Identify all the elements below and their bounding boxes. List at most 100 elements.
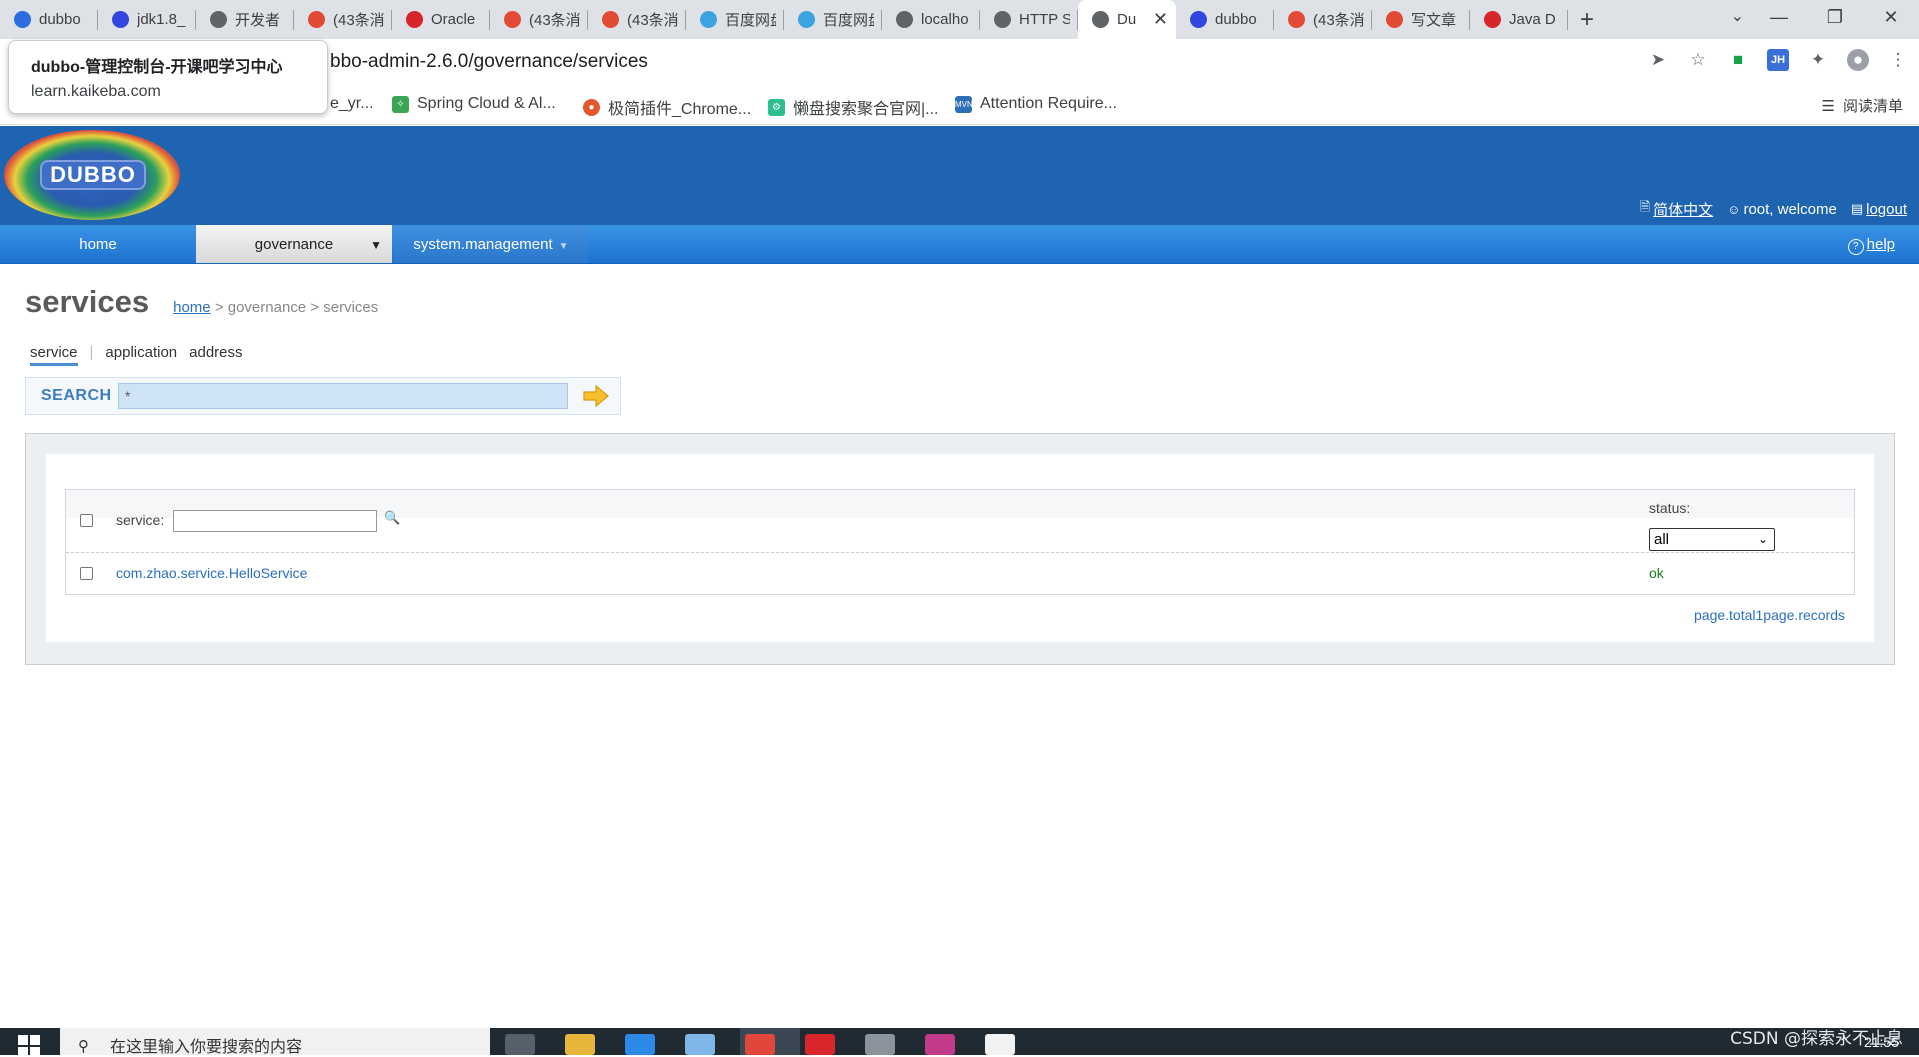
taskbar-apps [505, 1034, 1015, 1055]
bookmark-item[interactable]: ● 极简插件_Chrome... [583, 95, 751, 119]
browser-tab-title: (43条消 [1313, 12, 1364, 29]
send-icon[interactable]: ➤ [1647, 49, 1669, 71]
globe-icon [1092, 11, 1109, 28]
window-controls: — ❐ ✕ [1751, 0, 1919, 34]
help-link[interactable]: help [1867, 236, 1895, 253]
browser-tab-bar: dubbo jdk1.8_ 开发者 (43条消 Oracle (43条消 (43条消 百度网盘… [0, 0, 1919, 39]
browser-tab[interactable]: dubbo [0, 0, 98, 39]
search-icon: ⚲ [78, 1038, 89, 1055]
new-tab-icon[interactable]: + [1568, 0, 1606, 39]
bookmark-item[interactable]: ✧ Spring Cloud & Al... [392, 95, 556, 113]
restore-icon[interactable]: ❐ [1807, 0, 1863, 34]
globe-icon [994, 11, 1011, 28]
service-filter-input[interactable] [173, 510, 377, 532]
search-go-arrow-icon[interactable] [582, 385, 610, 407]
browser-tab[interactable]: jdk1.8_ [98, 0, 196, 39]
store-icon[interactable] [685, 1034, 715, 1055]
page-heading: services home > governance > services [25, 284, 378, 320]
help-link-wrap: ? help [1847, 225, 1895, 265]
dubbo-logo: DUBBO [4, 130, 180, 220]
browser-tab[interactable]: 百度网盘 [686, 0, 784, 39]
breadcrumb-trail: > governance > services [210, 299, 379, 316]
browser-tab[interactable]: (43条消 [588, 0, 686, 39]
row-checkbox[interactable] [80, 567, 93, 580]
browser-tab-title: dubbo [1215, 11, 1257, 28]
services-panel: service: 🔍 status: all ⌄ com.zhao.servic… [25, 433, 1895, 665]
intellij-icon[interactable] [925, 1034, 955, 1055]
wps-icon[interactable] [805, 1034, 835, 1055]
service-link[interactable]: com.zhao.service.HelloService [116, 565, 307, 581]
browser-tab[interactable]: dubbo [1176, 0, 1274, 39]
search-bar: SEARCH [25, 377, 621, 415]
csdn-icon [504, 11, 521, 28]
file-explorer-icon[interactable] [565, 1034, 595, 1055]
browser-tab-title: 百度网盘 [823, 12, 874, 29]
chrome-icon[interactable] [745, 1034, 775, 1055]
puzzle-icon[interactable]: ✦ [1807, 49, 1829, 71]
tooltip-domain: learn.kaikeba.com [31, 83, 161, 100]
browser-tab-title: 百度网盘 [725, 12, 776, 29]
star-icon[interactable]: ☆ [1687, 49, 1709, 71]
nav-home[interactable]: home [0, 225, 196, 263]
logout-link[interactable]: logout [1866, 201, 1907, 218]
status-select[interactable]: all ⌄ [1649, 528, 1775, 551]
windows-start-icon[interactable] [18, 1035, 40, 1057]
language-link[interactable]: 简体中文 [1653, 199, 1713, 220]
browser-tab-title: (43条消 [333, 12, 384, 29]
close-window-icon[interactable]: ✕ [1863, 0, 1919, 34]
browser-tab[interactable]: Du ✕ [1078, 0, 1176, 39]
tab-address[interactable]: address [189, 344, 242, 366]
url-text[interactable]: bbo-admin-2.6.0/governance/services [330, 51, 648, 73]
browser-tab[interactable]: 开发者 [196, 0, 294, 39]
browser-tab-title: (43条消 [529, 12, 580, 29]
browser-tab[interactable]: Oracle [392, 0, 490, 39]
tab-search-chevron-icon[interactable]: ⌄ [1731, 6, 1744, 26]
bookmark-item[interactable]: ⚙ 懒盘搜索聚合官网|... [768, 95, 939, 119]
browser-tab-title: 开发者 [235, 12, 281, 29]
browser-tab[interactable]: Java D [1470, 0, 1568, 39]
taskbar-search[interactable]: ⚲ 在这里输入你要搜索的内容 [60, 1028, 490, 1055]
search-icon[interactable]: 🔍 [384, 510, 400, 526]
menu-dots-icon[interactable]: ⋮ [1887, 49, 1909, 71]
browser-tab[interactable]: 写文章 [1372, 0, 1470, 39]
task-view-icon[interactable] [505, 1034, 535, 1055]
logo-text: DUBBO [40, 160, 146, 190]
browser-tab-title: 写文章 [1411, 12, 1457, 29]
baidu-pan-icon [700, 11, 717, 28]
close-tab-icon[interactable]: ✕ [1153, 9, 1168, 30]
bookmark-item[interactable]: e_yr... [330, 95, 374, 113]
kaikeba-icon [14, 11, 31, 28]
tab-service[interactable]: service [30, 344, 78, 366]
document-icon: 🗎 [1639, 199, 1651, 214]
browser-tab[interactable]: localho [882, 0, 980, 39]
status-select-value: all [1654, 531, 1670, 548]
baidu-icon [1190, 11, 1207, 28]
help-icon: ? [1847, 239, 1864, 255]
caret-down-icon: ▼ [370, 238, 382, 252]
extension-green-icon[interactable]: ■ [1727, 49, 1749, 71]
browser-tab[interactable]: (43条消 [1274, 0, 1372, 39]
browser-tab[interactable]: 百度网盘 [784, 0, 882, 39]
jh-extension-icon[interactable]: JH [1767, 49, 1789, 71]
breadcrumb-home[interactable]: home [173, 299, 211, 316]
search-input[interactable] [118, 383, 568, 409]
search-label: SEARCH [41, 387, 112, 404]
tab-application[interactable]: application [105, 344, 177, 366]
browser-tab-title: (43条消 [627, 12, 678, 29]
windows-taskbar: ⚲ 在这里输入你要搜索的内容 ⌃ 21:55 [0, 1028, 1919, 1057]
browser-tab[interactable]: HTTP S [980, 0, 1078, 39]
table-row: com.zhao.service.HelloService ok [66, 553, 1854, 594]
select-all-checkbox[interactable] [80, 514, 93, 527]
profile-avatar-icon[interactable]: ● [1847, 49, 1869, 71]
browser-tab[interactable]: (43条消 [490, 0, 588, 39]
minimize-icon[interactable]: — [1751, 0, 1807, 34]
tab-divider: | [89, 344, 94, 361]
settings-icon[interactable] [865, 1034, 895, 1055]
nav-system-management[interactable]: system.management ▼ [394, 225, 588, 263]
browser-tab[interactable]: (43条消 [294, 0, 392, 39]
nav-governance[interactable]: governance ▼ [196, 225, 392, 263]
java-icon[interactable] [985, 1034, 1015, 1055]
bookmark-item[interactable]: MVN Attention Require... [955, 95, 1117, 113]
mail-icon[interactable] [625, 1034, 655, 1055]
reading-list-button[interactable]: ☰ 阅读清单 [1822, 95, 1903, 116]
